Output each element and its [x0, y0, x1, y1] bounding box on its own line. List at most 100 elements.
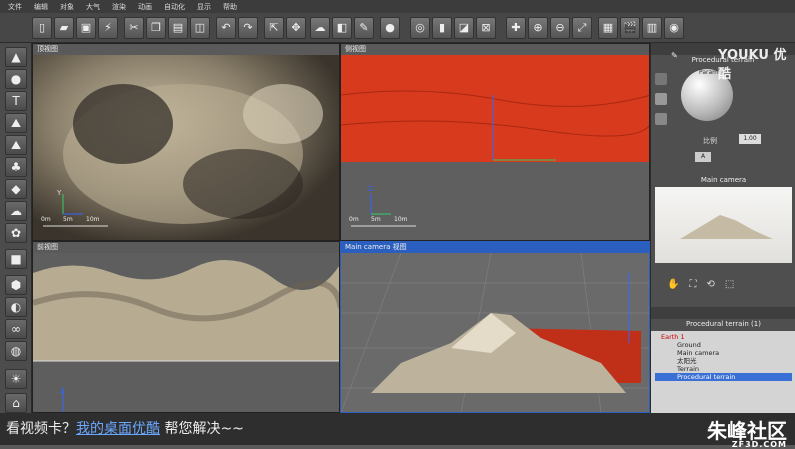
tree-item[interactable]: Earth 1 — [655, 333, 792, 341]
boolean-icon[interactable]: ◐ — [5, 297, 27, 317]
front-viewport[interactable]: 前视图 Z — [32, 241, 340, 413]
camera-controls: ✋ ⛶ ⟲ ⬚ — [667, 279, 734, 290]
menu-animation[interactable]: 动画 — [138, 2, 152, 12]
export-icon[interactable]: ⬚ — [725, 279, 734, 290]
axis-y-label: Y — [57, 189, 62, 197]
network-icon[interactable]: ◉ — [664, 17, 684, 39]
youku-watermark: YOUKU 优酷 — [718, 48, 787, 82]
top-view-render — [43, 84, 323, 227]
material-side-icons — [655, 73, 667, 173]
cut-icon[interactable]: ✂ — [124, 17, 144, 39]
text-icon[interactable]: T — [5, 91, 27, 111]
camera-preview-render — [680, 215, 773, 239]
settings-icon[interactable] — [655, 73, 667, 85]
group-icon[interactable]: ⬢ — [5, 275, 27, 295]
right-panel: ✎ Procedural terrain Parametric 比例 1.00 … — [650, 43, 795, 413]
undo-icon[interactable]: ↶ — [216, 17, 236, 39]
camera-viewport[interactable]: Main camera 视图 — [340, 241, 650, 413]
caption-bar: 看视频卡？我的桌面优酷 帮您解决~~ 朱峰社区 ZF3D.COM — [0, 413, 795, 449]
plant-icon[interactable]: ✿ — [5, 223, 27, 243]
menu-display[interactable]: 显示 — [197, 2, 211, 12]
camera-tool-icon[interactable]: ⌂ — [5, 393, 27, 413]
rock-icon[interactable]: ◆ — [5, 179, 27, 199]
tree-item-selected[interactable]: Procedural terrain — [655, 373, 792, 381]
menu-object[interactable]: 对象 — [60, 2, 74, 12]
ratio-label: 比例 — [703, 137, 717, 145]
sphere-icon[interactable]: ● — [5, 69, 27, 89]
lock-icon[interactable]: ⊠ — [476, 17, 496, 39]
copy-icon[interactable]: ❐ — [146, 17, 166, 39]
camera-panel-title: Main camera — [700, 176, 747, 184]
new-icon[interactable]: ▯ — [32, 17, 52, 39]
scene-tree[interactable]: Earth 1 Ground Main camera 太阳光 Terrain P… — [651, 331, 795, 413]
menu-automation[interactable]: 自动化 — [164, 2, 185, 12]
tree-item[interactable]: Main camera — [655, 349, 792, 357]
caption-suffix: 帮您解决~~ — [160, 421, 244, 437]
render-preview-icon[interactable]: ▦ — [598, 17, 618, 39]
side-view-render — [341, 55, 649, 162]
left-toolbar: ▲ ● T ⛰ ⛰ ♣ ◆ ☁ ✿ ■ ⬢ ◐ ∞ ◍ ☀ ⌂ — [0, 43, 32, 413]
select-icon[interactable]: ⇱ — [264, 17, 284, 39]
material-slot[interactable]: A — [695, 152, 711, 162]
tree-icon[interactable]: ♣ — [5, 157, 27, 177]
scale-label-10: 10m — [394, 216, 408, 223]
stats-icon[interactable]: ▮ — [432, 17, 452, 39]
brush-tab-icon[interactable]: ✎ — [671, 51, 678, 60]
pan-icon[interactable]: ✚ — [506, 17, 526, 39]
terrain-icon[interactable]: ⛰ — [5, 113, 27, 133]
menu-help[interactable]: 帮助 — [223, 2, 237, 12]
duplicate-icon[interactable]: ◫ — [190, 17, 210, 39]
grid-icon[interactable] — [655, 113, 667, 125]
ratio-value[interactable]: 1.00 — [739, 134, 761, 144]
tree-item[interactable]: Ground — [655, 341, 792, 349]
light-icon[interactable]: ☀ — [5, 369, 27, 389]
palette-icon[interactable]: ● — [380, 17, 400, 39]
tree-item[interactable]: Terrain — [655, 365, 792, 373]
metablob-icon[interactable]: ◍ — [5, 341, 27, 361]
main-toolbar: ▯ ▰ ▣ ⚡ ✂ ❐ ▤ ◫ ↶ ↷ ⇱ ✥ ☁ ◧ ✎ ● ◎ ▮ ◪ ⊠ … — [0, 13, 795, 43]
menu-edit[interactable]: 编辑 — [34, 2, 48, 12]
target-icon[interactable]: ◎ — [410, 17, 430, 39]
rotate-icon[interactable]: ⟲ — [706, 279, 714, 290]
cone-icon[interactable]: ▲ — [5, 47, 27, 67]
move-icon[interactable]: ✥ — [286, 17, 306, 39]
weather-icon[interactable]: ☁ — [310, 17, 330, 39]
tree-item[interactable]: 太阳光 — [655, 357, 792, 365]
brush-icon[interactable]: ✎ — [354, 17, 374, 39]
top-viewport[interactable]: 顶视图 0m 5m 10m Y — [32, 43, 340, 241]
viewport-title: 前视图 — [37, 243, 58, 251]
checker-icon[interactable] — [655, 93, 667, 105]
zoom-fit-icon[interactable]: ⤢ — [572, 17, 592, 39]
zoom-out-icon[interactable]: ⊖ — [550, 17, 570, 39]
menu-render[interactable]: 渲染 — [112, 2, 126, 12]
render-area-icon[interactable]: ◪ — [454, 17, 474, 39]
paste-icon[interactable]: ▤ — [168, 17, 188, 39]
fit-icon[interactable]: ⛶ — [689, 279, 696, 290]
cloud-icon[interactable]: ☁ — [5, 201, 27, 221]
scale-label-0: 0m — [349, 216, 359, 223]
scale-label-5: 5m — [63, 216, 73, 223]
clapper-icon[interactable]: 🎬 — [620, 17, 640, 39]
cube-icon[interactable]: ■ — [5, 249, 27, 269]
render-flash-icon[interactable]: ⚡ — [98, 17, 118, 39]
viewport-title: 侧视图 — [345, 45, 366, 53]
scale-label-5: 5m — [371, 216, 381, 223]
side-view-scale — [351, 194, 416, 227]
gallery-icon[interactable]: ▥ — [642, 17, 662, 39]
caption-prefix: 看视频卡？ — [6, 421, 76, 437]
hand-icon[interactable]: ✋ — [667, 279, 679, 290]
save-icon[interactable]: ▣ — [76, 17, 96, 39]
open-icon[interactable]: ▰ — [54, 17, 74, 39]
camera-preview[interactable] — [655, 187, 792, 263]
menu-atmosphere[interactable]: 大气 — [86, 2, 100, 12]
site-logo: 朱峰社区 ZF3D.COM — [707, 415, 787, 449]
link-icon[interactable]: ∞ — [5, 319, 27, 339]
menu-file[interactable]: 文件 — [8, 2, 22, 12]
caption-link[interactable]: 我的桌面优酷 — [76, 421, 160, 437]
zoom-in-icon[interactable]: ⊕ — [528, 17, 548, 39]
side-viewport[interactable]: 侧视图 Z 0m 5m 10m — [340, 43, 650, 241]
material-icon[interactable]: ◧ — [332, 17, 352, 39]
menu-bar: 文件 编辑 对象 大气 渲染 动画 自动化 显示 帮助 — [0, 0, 795, 13]
redo-icon[interactable]: ↷ — [238, 17, 258, 39]
mountain-icon[interactable]: ⛰ — [5, 135, 27, 155]
